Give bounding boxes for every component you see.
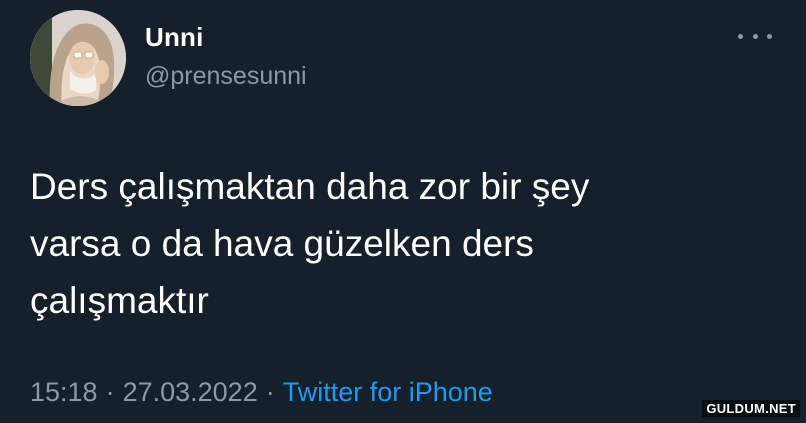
tweet-text-line: varsa o da hava güzelken ders [30, 223, 534, 264]
avatar-image [30, 10, 126, 106]
avatar[interactable] [30, 10, 126, 106]
tweet-text-line: Ders çalışmaktan daha zor bir şey [30, 166, 590, 207]
tweet-text-line: çalışmaktır [30, 280, 209, 321]
meta-separator: · [265, 377, 275, 407]
display-name[interactable]: Unni [145, 22, 204, 53]
meta-separator: · [105, 377, 115, 407]
user-handle[interactable]: @prensesunni [145, 62, 307, 91]
tweet-source-link[interactable]: Twitter for iPhone [283, 377, 493, 407]
tweet-card: Unni @prensesunni Ders çalışmaktan daha … [0, 0, 806, 423]
tweet-meta: 15:18 · 27.03.2022 · Twitter for iPhone [30, 377, 493, 408]
more-dot [738, 33, 743, 39]
tweet-text: Ders çalışmaktan daha zor bir şey varsa … [30, 158, 770, 329]
tweet-date[interactable]: 27.03.2022 [123, 377, 258, 407]
more-horizontal-icon[interactable] [738, 24, 772, 48]
more-dot [767, 33, 772, 39]
watermark: GULDUM.NET [702, 400, 800, 417]
more-dot [752, 33, 758, 39]
tweet-time[interactable]: 15:18 [30, 377, 98, 407]
